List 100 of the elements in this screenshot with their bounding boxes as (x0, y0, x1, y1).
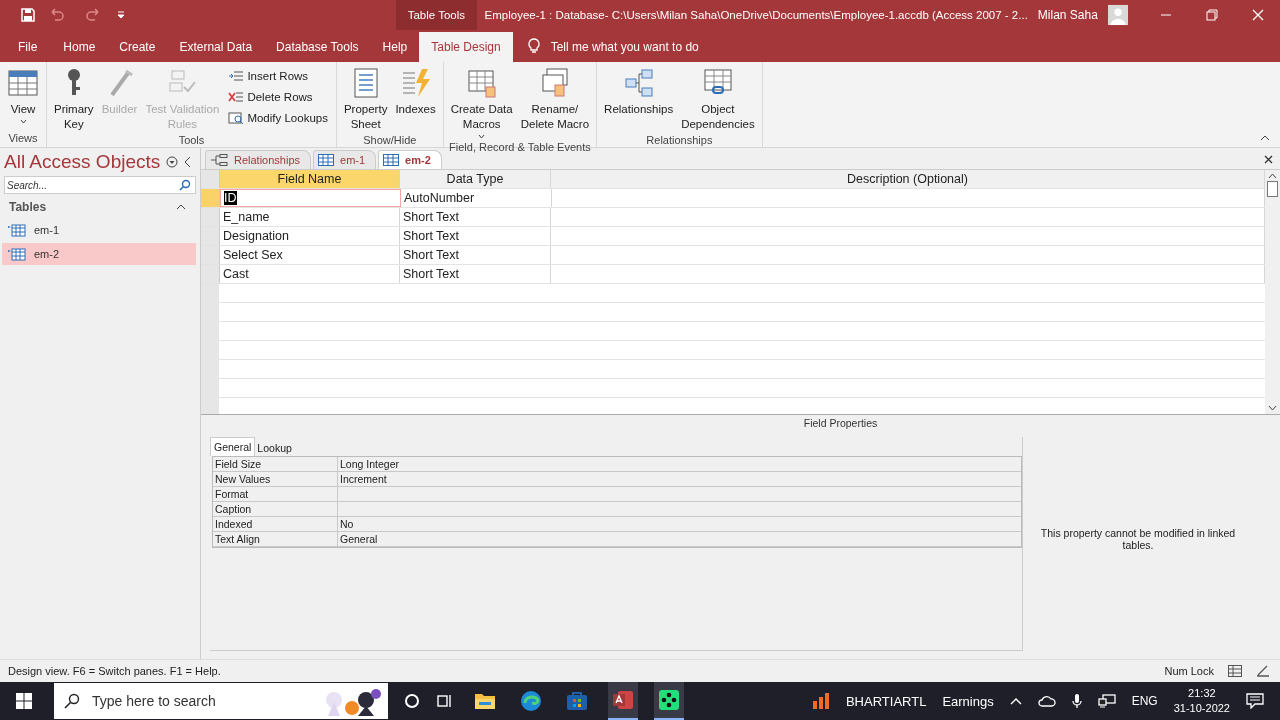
table-cell[interactable]: Short Text (400, 246, 551, 264)
ribbon-button[interactable]: Insert Rows (228, 67, 328, 85)
search-icon[interactable] (64, 693, 80, 709)
table-icon (465, 67, 498, 99)
cortana-icon[interactable] (404, 693, 420, 709)
task-view-icon[interactable] (436, 693, 454, 709)
property-name: New Values (213, 472, 338, 486)
group-header[interactable]: Tables (9, 200, 47, 214)
access-app-icon[interactable] (612, 689, 634, 711)
group-label: Relationships (645, 134, 714, 147)
column-header[interactable]: Field Name (220, 170, 400, 188)
cloud-icon[interactable] (1037, 694, 1056, 708)
notification-icon[interactable] (1246, 693, 1264, 709)
table-icon (8, 223, 26, 237)
nav-item[interactable]: em-1 (2, 219, 196, 241)
design-view-icon[interactable] (1256, 665, 1270, 677)
clock-date[interactable]: 31-10-2022 (1173, 701, 1230, 716)
property-tab[interactable]: General (210, 437, 256, 456)
table-cell[interactable]: E_name (220, 208, 400, 226)
tell-me-search[interactable]: Tell me what you want to do (550, 32, 699, 62)
table-icon (318, 154, 335, 166)
relationships-icon (210, 154, 228, 166)
grid-icon (7, 67, 39, 99)
table-cell[interactable]: ID (220, 189, 401, 207)
diagram-icon (622, 67, 655, 99)
table-cell[interactable]: Short Text (400, 227, 551, 245)
language-indicator[interactable]: ENG (1131, 694, 1158, 708)
ribbon-button[interactable]: Create Data Macros (447, 65, 516, 141)
scroll-up-icon[interactable] (1268, 173, 1277, 179)
lookup-icon (228, 111, 245, 125)
ribbon-button[interactable]: Property Sheet (340, 65, 391, 134)
folder-icon[interactable] (474, 692, 496, 710)
nav-item[interactable]: em-2 (2, 243, 196, 265)
ribbon-tab[interactable]: Create (107, 32, 168, 62)
user-name[interactable]: Milan Saha (1027, 8, 1098, 22)
table-cell[interactable]: Designation (220, 227, 400, 245)
ribbon-button[interactable]: View (4, 65, 42, 132)
property-tab[interactable]: Lookup (255, 440, 294, 456)
ribbon-tab[interactable]: Table Design (419, 32, 513, 62)
browser-icon[interactable] (520, 690, 542, 712)
stock-symbol[interactable]: BHARTIARTL (845, 693, 927, 709)
property-value[interactable]: Increment (340, 473, 387, 485)
ribbon-button[interactable]: Primary Key (51, 65, 97, 134)
scroll-down-icon[interactable] (1268, 405, 1277, 411)
table-cell[interactable]: Select Sex (220, 246, 400, 264)
avatar-icon[interactable] (1107, 4, 1128, 26)
clock-time[interactable]: 21:32 (1188, 686, 1216, 701)
ribbon-button[interactable]: Indexes (392, 65, 439, 134)
ribbon-tab[interactable]: Database Tools (264, 32, 371, 62)
stock-chart-icon[interactable] (811, 692, 830, 710)
ribbon-button[interactable]: Rename/ Delete Macro (517, 65, 593, 141)
ribbon-tab[interactable]: Help (370, 32, 420, 62)
network-icon[interactable] (1097, 694, 1116, 708)
column-header[interactable]: Description (Optional) (551, 170, 1265, 188)
customize-icon[interactable] (116, 10, 126, 20)
stock-note[interactable]: Earnings (942, 693, 994, 709)
scroll-thumb[interactable] (1267, 181, 1278, 197)
document-tab[interactable]: em-2 (378, 150, 442, 169)
close-icon[interactable] (1264, 155, 1273, 164)
search-box[interactable]: Search... (4, 176, 196, 194)
document-tab[interactable]: Relationships (205, 150, 312, 169)
ribbon-tab[interactable]: External Data (167, 32, 265, 62)
table-cell[interactable]: Short Text (400, 208, 551, 226)
ribbon-button[interactable]: Object Dependencies (678, 65, 758, 134)
property-name: Field Size (213, 457, 338, 471)
collapse-ribbon-icon[interactable] (1260, 135, 1270, 141)
collapse-pane-icon[interactable] (184, 156, 193, 168)
property-value[interactable]: No (340, 518, 354, 530)
chevron-up-icon[interactable] (176, 204, 186, 210)
table-cell[interactable]: Short Text (400, 265, 551, 283)
group-label: Views (7, 132, 39, 146)
document-tab[interactable]: em-1 (313, 150, 377, 169)
save-icon[interactable] (20, 7, 36, 23)
property-name: Text Align (213, 532, 338, 546)
delete-rows-icon (228, 90, 245, 104)
help-text: This property cannot be modified in linked tables. (1039, 527, 1237, 551)
ribbon-tab[interactable]: File (0, 32, 52, 62)
table-cell[interactable]: AutoNumber (401, 189, 552, 207)
microphone-icon[interactable] (1071, 693, 1082, 709)
windows-icon[interactable] (16, 693, 32, 709)
ribbon-button[interactable]: Delete Rows (228, 88, 328, 106)
ribbon-button[interactable]: Relationships (601, 65, 677, 134)
restore-icon[interactable] (1206, 9, 1218, 21)
taskbar-search-box[interactable]: Type here to search (54, 683, 388, 719)
section-title: Field Properties (802, 416, 879, 431)
status-indicator: Num Lock (1164, 665, 1214, 677)
dropdown-icon[interactable] (166, 156, 179, 168)
nav-pane-title[interactable]: All Access Objects (4, 151, 161, 173)
ribbon-button[interactable]: Modify Lookups (228, 109, 328, 127)
table-cell[interactable]: Cast (220, 265, 400, 283)
datasheet-view-icon[interactable] (1228, 665, 1242, 677)
store-icon[interactable] (566, 691, 588, 711)
ribbon-tab[interactable]: Home (51, 32, 108, 62)
column-header[interactable]: Data Type (400, 170, 551, 188)
scrollbar[interactable] (1265, 170, 1280, 414)
insert-rows-icon (228, 69, 245, 83)
property-value[interactable]: General (340, 533, 378, 545)
property-value[interactable]: Long Integer (340, 458, 399, 470)
recorder-app-icon[interactable] (658, 689, 680, 711)
group-label: Field, Record & Table Events (448, 141, 592, 153)
